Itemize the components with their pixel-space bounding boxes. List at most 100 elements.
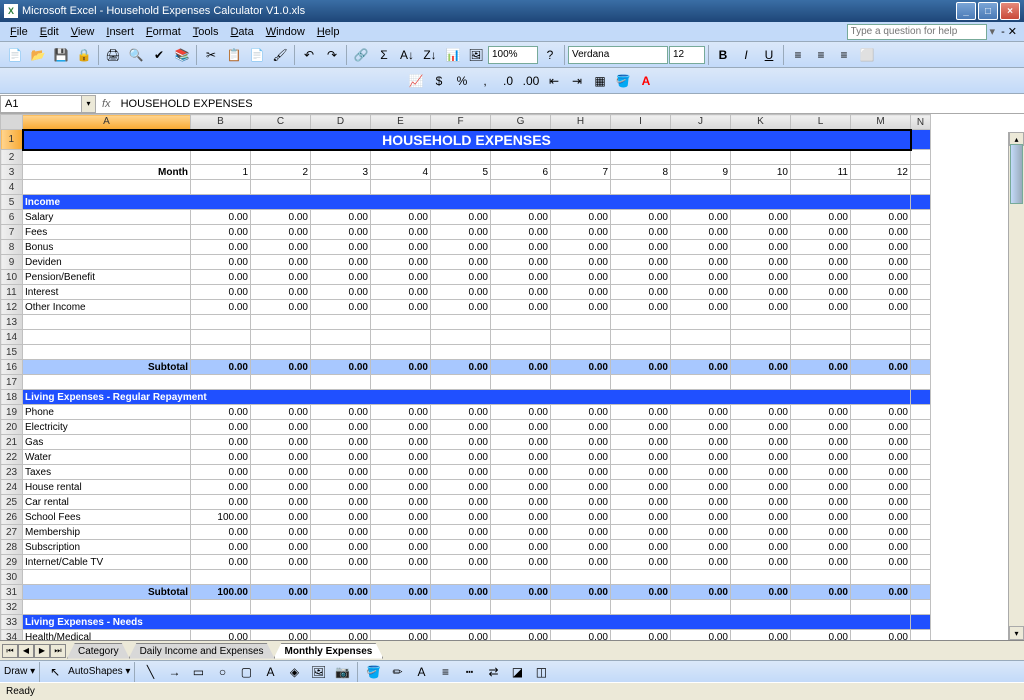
dash-style-icon[interactable]: ┅ (458, 661, 480, 683)
row-header-1[interactable]: 1 (1, 130, 23, 150)
font-color2-icon[interactable]: A (410, 661, 432, 683)
format-painter-icon[interactable]: 🖌 (269, 44, 291, 66)
cell[interactable]: 0.00 (491, 240, 551, 255)
cell[interactable]: 0.00 (371, 285, 431, 300)
cell[interactable]: School Fees (23, 510, 191, 525)
cell[interactable]: 0.00 (551, 510, 611, 525)
cell[interactable] (611, 600, 671, 615)
spreadsheet-grid[interactable]: ABCDEFGHIJKLMN1HOUSEHOLD EXPENSES23Month… (0, 114, 1024, 640)
wordart-icon[interactable]: A (259, 661, 281, 683)
cell[interactable] (23, 315, 191, 330)
cell[interactable]: 0.00 (611, 630, 671, 641)
hyperlink-icon[interactable]: 🔗 (350, 44, 372, 66)
cell[interactable]: 0.00 (791, 525, 851, 540)
cell[interactable]: 0.00 (791, 405, 851, 420)
cell[interactable] (911, 300, 931, 315)
save-icon[interactable]: 💾 (50, 44, 72, 66)
cell[interactable]: 0.00 (371, 540, 431, 555)
maximize-button[interactable]: □ (978, 2, 998, 20)
cell[interactable] (851, 570, 911, 585)
cell[interactable]: 0.00 (251, 255, 311, 270)
col-header-C[interactable]: C (251, 115, 311, 130)
cell[interactable] (911, 450, 931, 465)
cell[interactable]: 0.00 (611, 405, 671, 420)
row-header-34[interactable]: 34 (1, 630, 23, 641)
cell[interactable] (851, 600, 911, 615)
redo-icon[interactable]: ↷ (321, 44, 343, 66)
cell[interactable] (23, 180, 191, 195)
fx-icon[interactable]: fx (96, 98, 117, 110)
cell[interactable]: 100.00 (191, 585, 251, 600)
preview-icon[interactable]: 🔍 (125, 44, 147, 66)
cell[interactable] (791, 180, 851, 195)
cell[interactable]: 0.00 (791, 555, 851, 570)
cell[interactable]: 0.00 (611, 225, 671, 240)
cell[interactable] (371, 150, 431, 165)
cell[interactable] (911, 315, 931, 330)
cell[interactable]: 0.00 (191, 405, 251, 420)
formula-bar[interactable]: HOUSEHOLD EXPENSES (117, 98, 1024, 110)
cell[interactable] (731, 345, 791, 360)
cell[interactable]: 0.00 (851, 420, 911, 435)
fill-icon[interactable]: 🪣 (362, 661, 384, 683)
menu-window[interactable]: Window (260, 24, 311, 40)
cell[interactable] (551, 150, 611, 165)
cell[interactable]: 0.00 (611, 495, 671, 510)
cell[interactable]: 0.00 (731, 360, 791, 375)
font-color-icon[interactable]: A (635, 70, 657, 92)
cell[interactable] (491, 150, 551, 165)
cell[interactable]: 0.00 (731, 540, 791, 555)
cell[interactable]: 0.00 (671, 585, 731, 600)
italic-icon[interactable]: I (735, 44, 757, 66)
col-header-E[interactable]: E (371, 115, 431, 130)
cell[interactable]: 0.00 (431, 555, 491, 570)
cell[interactable]: HOUSEHOLD EXPENSES (23, 130, 911, 150)
cell[interactable] (491, 570, 551, 585)
cut-icon[interactable]: ✂ (200, 44, 222, 66)
cell[interactable] (431, 150, 491, 165)
cell[interactable] (911, 225, 931, 240)
cell[interactable]: 0.00 (191, 300, 251, 315)
undo-icon[interactable]: ↶ (298, 44, 320, 66)
cell[interactable]: 0.00 (791, 285, 851, 300)
cell[interactable]: 0.00 (551, 210, 611, 225)
cell[interactable] (23, 600, 191, 615)
cell[interactable] (911, 180, 931, 195)
cell[interactable]: 0.00 (551, 525, 611, 540)
cell[interactable] (911, 330, 931, 345)
cell[interactable] (491, 600, 551, 615)
cell[interactable]: Car rental (23, 495, 191, 510)
cell[interactable]: Water (23, 450, 191, 465)
vertical-scrollbar[interactable]: ▴ ▾ (1008, 132, 1024, 640)
cell[interactable]: 0.00 (431, 465, 491, 480)
cell[interactable] (791, 315, 851, 330)
cell[interactable]: 0.00 (791, 450, 851, 465)
cell[interactable]: Taxes (23, 465, 191, 480)
cell[interactable] (431, 375, 491, 390)
cell[interactable]: 6 (491, 165, 551, 180)
cell[interactable] (251, 375, 311, 390)
row-header-25[interactable]: 25 (1, 495, 23, 510)
cell[interactable]: 0.00 (611, 555, 671, 570)
name-box-arrow-icon[interactable]: ▾ (82, 95, 96, 113)
help-icon[interactable]: ? (539, 44, 561, 66)
increase-decimal-icon[interactable]: .0 (497, 70, 519, 92)
cell[interactable]: 0.00 (371, 585, 431, 600)
cell[interactable] (911, 240, 931, 255)
cell[interactable]: 0.00 (251, 210, 311, 225)
cell[interactable]: 11 (791, 165, 851, 180)
tab-first-icon[interactable]: ⏮ (2, 644, 18, 658)
cell[interactable]: 0.00 (431, 405, 491, 420)
line-style-icon[interactable]: ≡ (434, 661, 456, 683)
cell[interactable]: 0.00 (671, 540, 731, 555)
cell[interactable]: 0.00 (791, 540, 851, 555)
cell[interactable]: 0.00 (431, 300, 491, 315)
col-header-B[interactable]: B (191, 115, 251, 130)
cell[interactable]: Month (23, 165, 191, 180)
cell[interactable] (671, 330, 731, 345)
cell[interactable]: Pension/Benefit (23, 270, 191, 285)
align-right-icon[interactable]: ≡ (833, 44, 855, 66)
cell[interactable]: 0.00 (551, 540, 611, 555)
sheet-tab-monthly-expenses[interactable]: Monthly Expenses (274, 643, 384, 659)
row-header-32[interactable]: 32 (1, 600, 23, 615)
